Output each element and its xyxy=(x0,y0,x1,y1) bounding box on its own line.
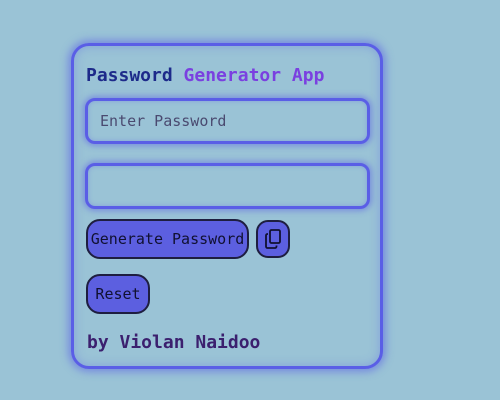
reset-button[interactable]: Reset xyxy=(86,274,150,314)
author-credit: by Violan Naidoo xyxy=(87,332,261,353)
app-title-part1: Password xyxy=(86,65,173,86)
app-title: Password Generator App xyxy=(86,64,324,88)
app-title-part2: Generator App xyxy=(183,65,325,86)
generated-password-output[interactable] xyxy=(85,163,370,209)
copy-icon xyxy=(265,229,281,249)
generate-password-button[interactable]: Generate Password xyxy=(86,219,249,259)
copy-button[interactable] xyxy=(256,220,290,258)
password-input[interactable] xyxy=(85,98,370,144)
